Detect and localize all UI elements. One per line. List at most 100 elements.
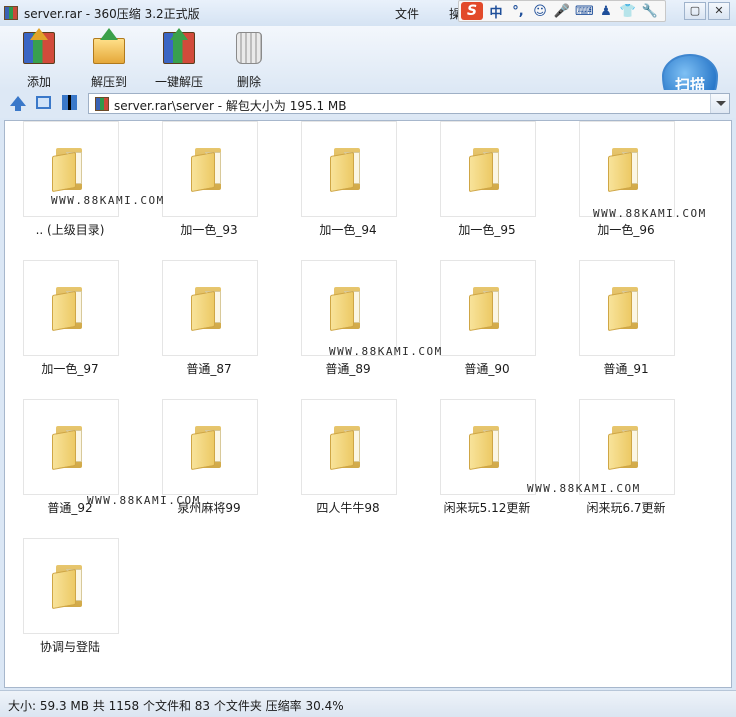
microphone-icon[interactable]: 🎤 [553,4,571,19]
watermark-text: WWW.88KAMI.COM [51,194,165,207]
folder-thumbnail [23,260,119,356]
folder-thumbnail [301,121,397,217]
folder-icon [469,148,505,193]
folder-name: 普通_90 [464,362,510,376]
folder-name: 加一色_96 [597,223,655,237]
folder-icon [608,148,644,193]
folder-name: 普通_91 [603,362,649,376]
address-bar[interactable]: server.rar\server - 解包大小为 195.1 MB [88,93,730,114]
maximize-button[interactable]: ▢ [684,2,706,20]
folder-thumbnail [301,260,397,356]
folder-thumbnail [162,260,258,356]
folder-thumbnail [440,121,536,217]
one-click-extract-button[interactable]: 一键解压 [144,28,214,90]
folder-icon [191,426,227,471]
folder-name: .. (上级目录) [35,223,105,237]
extract-to-icon [91,28,127,66]
folder-icon [52,148,88,193]
folder-icon [191,287,227,332]
folder-thumbnail [579,121,675,217]
folder-item[interactable]: 加一色_94 [283,121,422,251]
folder-item[interactable]: 泉州麻将99 [144,399,283,529]
folder-thumbnail [23,399,119,495]
grid-view-icon[interactable] [62,95,77,110]
folder-item[interactable]: 闲来玩6.7更新 [561,399,700,529]
settings-wrench-icon[interactable]: 🔧 [641,4,659,19]
address-row: server.rar\server - 解包大小为 195.1 MB [0,90,736,118]
one-click-extract-label: 一键解压 [154,75,203,89]
watermark-text: WWW.88KAMI.COM [87,494,201,507]
toolbar: 添加 解压到 一键解压 删除 扫描 [0,26,736,116]
folder-name: 普通_89 [325,362,371,376]
folder-item[interactable]: 加一色_96 [561,121,700,251]
one-click-extract-icon [161,28,197,66]
folder-icon [608,426,644,471]
file-list: .. (上级目录) 加一色_93 加一色_94 加一色_95 加一色_96 加一色_97 普… [4,120,732,688]
menu-file[interactable]: 文件 [395,5,419,22]
folder-item[interactable]: 闲来玩5.12更新 [422,399,561,529]
folder-icon [469,426,505,471]
window-title: server.rar - 360压缩 3.2正式版 [24,7,200,21]
folder-name: 四人牛牛98 [316,501,380,515]
sogou-logo-icon[interactable]: S [461,2,483,20]
folder-item[interactable]: .. (上级目录) [5,121,144,251]
folder-item[interactable]: 加一色_93 [144,121,283,251]
watermark-text: WWW.88KAMI.COM [527,482,641,495]
folder-icon [52,287,88,332]
folder-item[interactable]: 普通_91 [561,260,700,390]
archive-app-icon [4,6,18,20]
ime-toolbar: S 中 °, ☺ 🎤 ⌨ ♟ 👕 🔧 [458,0,666,22]
folder-name: 闲来玩6.7更新 [586,501,666,515]
menu-bar: 文件 操 [395,5,461,22]
folder-item[interactable]: 普通_90 [422,260,561,390]
extract-to-button[interactable]: 解压到 [74,28,144,90]
ime-punct-toggle[interactable]: °, [509,4,527,19]
folder-icon [469,287,505,332]
window-controls: ▢ ✕ [684,2,730,20]
delete-button[interactable]: 删除 [214,30,284,90]
delete-icon [231,30,267,66]
watermark-text: WWW.88KAMI.COM [593,207,707,220]
folder-item[interactable]: 加一色_95 [422,121,561,251]
folder-thumbnail [440,260,536,356]
folder-thumbnail [162,121,258,217]
up-arrow-icon[interactable] [10,96,26,111]
add-icon [21,28,57,66]
folder-thumbnail [301,399,397,495]
folder-name: 加一色_97 [41,362,99,376]
close-button[interactable]: ✕ [708,2,730,20]
folder-thumbnail [162,399,258,495]
folder-item[interactable]: 普通_92 [5,399,144,529]
folder-icon [52,565,88,610]
folder-thumbnail [579,399,675,495]
folder-name: 协调与登陆 [39,640,100,654]
add-label: 添加 [26,75,51,89]
folder-thumbnail [23,538,119,634]
folder-icon [191,148,227,193]
delete-label: 删除 [236,75,261,89]
folder-item[interactable]: 协调与登陆 [5,538,144,668]
keyboard-icon[interactable]: ⌨ [575,4,594,19]
skin-icon[interactable]: 👕 [619,4,637,19]
folder-icon [52,426,88,471]
folder-item[interactable]: 四人牛牛98 [283,399,422,529]
add-button[interactable]: 添加 [4,28,74,90]
folder-name: 普通_87 [186,362,232,376]
large-icons-view-icon[interactable] [36,96,51,109]
folder-item[interactable]: 普通_89 [283,260,422,390]
folder-item[interactable]: 普通_87 [144,260,283,390]
folder-name: 加一色_94 [319,223,377,237]
folder-item[interactable]: 加一色_97 [5,260,144,390]
ime-mode-toggle[interactable]: 中 [487,2,505,21]
address-dropdown-button[interactable] [710,94,729,113]
folder-icon [330,426,366,471]
watermark-text: WWW.88KAMI.COM [329,345,443,358]
user-icon[interactable]: ♟ [597,4,615,19]
folder-name: 加一色_95 [458,223,516,237]
folder-name: 加一色_93 [180,223,238,237]
address-path: server.rar\server - 解包大小为 195.1 MB [114,99,347,113]
folder-icon [330,148,366,193]
folder-icon [608,287,644,332]
folder-thumbnail [579,260,675,356]
emoji-icon[interactable]: ☺ [531,4,549,19]
